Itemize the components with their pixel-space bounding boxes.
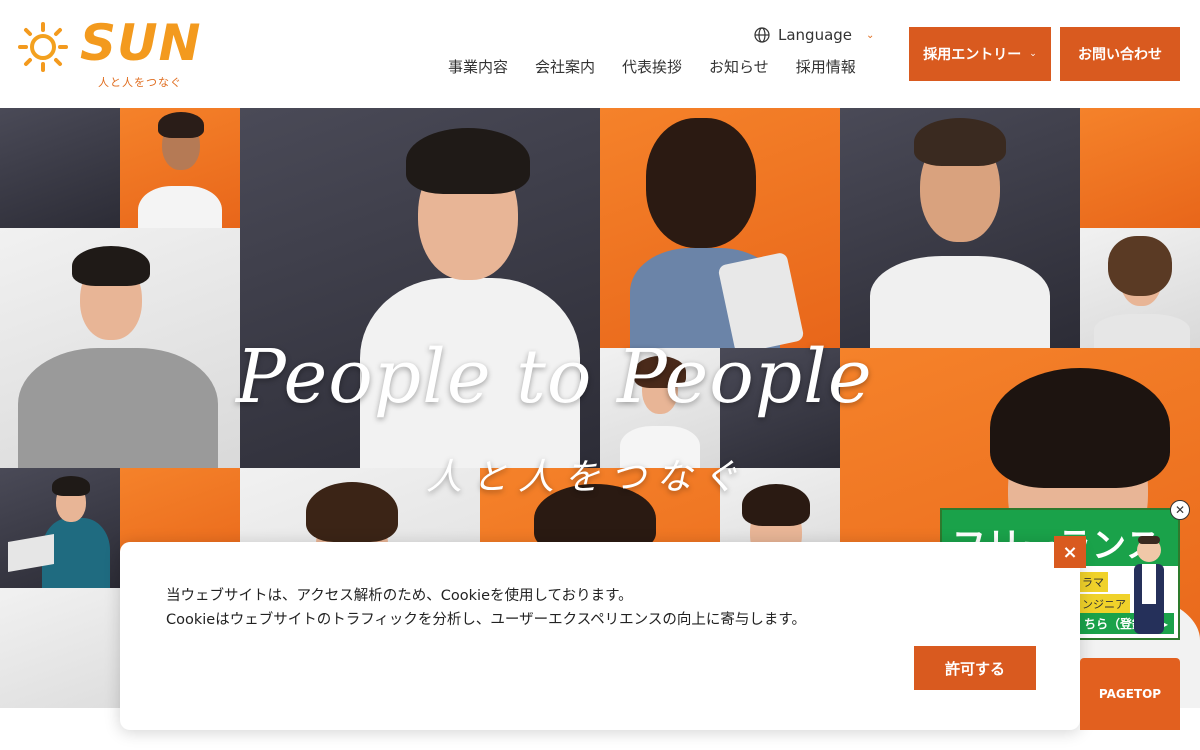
freelance-tag-programmer: ラマ [1078,572,1108,592]
chevron-down-icon: ⌄ [866,29,875,41]
hero-tile [0,108,120,228]
hero-subline: 人と人をつなぐ [426,457,749,498]
cookie-consent-dialog: 当ウェブサイトは、アクセス解析のため、Cookieを使用しております。 Cook… [120,542,1080,730]
language-selector[interactable]: Language ⌄ [754,24,874,46]
close-icon[interactable]: ✕ [1170,500,1190,520]
hero-photo-woman-right [1080,228,1200,348]
logo-wordmark: SUN [80,14,202,72]
nav-company[interactable]: 会社案内 [535,56,595,77]
hero-photo-man-laugh [840,108,1080,348]
nav-recruit[interactable]: 採用情報 [796,56,856,77]
hero-photo-woman-tablet [600,108,840,348]
chevron-down-icon: ⌄ [1029,49,1037,59]
site-header: SUN 人と人をつなぐ Language ⌄ 事業内容 会社案内 代表挨拶 お知… [0,0,1200,108]
nav-business[interactable]: 事業内容 [448,56,508,77]
cookie-message-line1: 当ウェブサイトは、アクセス解析のため、Cookieを使用しております。 [166,588,633,604]
freelance-tag-engineer: ンジニア [1078,594,1130,614]
nav-news[interactable]: お知らせ [709,56,769,77]
close-icon[interactable]: × [1054,536,1086,568]
hero-photo-man-laptop [0,468,120,588]
language-label: Language [778,26,853,44]
recruit-entry-button[interactable]: 採用エントリー ⌄ [909,27,1051,81]
person-illustration-icon [1134,536,1164,634]
logo-tagline: 人と人をつなぐ [98,76,182,89]
cookie-message-line2: Cookieはウェブサイトのトラフィックを分析し、ユーザーエクスペリエンスの向上… [166,612,806,628]
hero-photo-woman [120,108,240,228]
site-logo[interactable]: SUN 人と人をつなぐ [18,14,208,90]
contact-button[interactable]: お問い合わせ [1060,27,1180,81]
pagetop-button[interactable]: PAGETOP [1080,658,1180,730]
hero-tile [1080,108,1200,228]
cookie-accept-button[interactable]: 許可する [914,646,1036,690]
globe-icon [754,27,770,43]
recruit-entry-label: 採用エントリー [923,47,1022,63]
global-nav: 事業内容 会社案内 代表挨拶 お知らせ 採用情報 [448,56,883,77]
hero-photo-man-lanyard [0,228,240,468]
sun-logo-icon [18,22,68,72]
nav-message[interactable]: 代表挨拶 [622,56,682,77]
hero-headline: People to People [236,334,873,420]
